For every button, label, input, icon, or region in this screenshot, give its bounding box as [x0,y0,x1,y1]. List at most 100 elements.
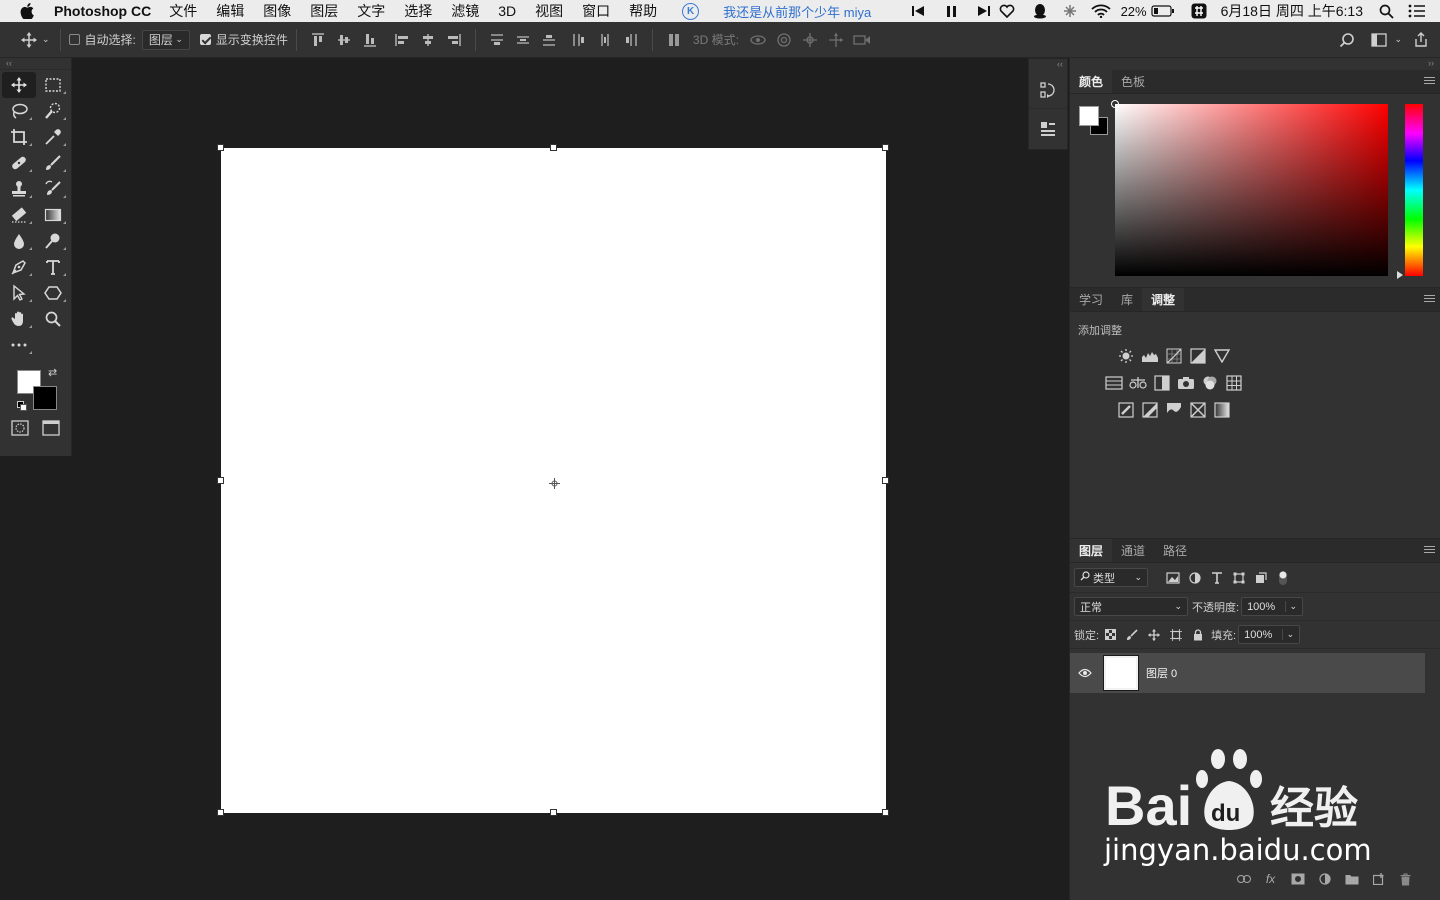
filter-pixel-layers-icon[interactable] [1162,569,1184,587]
vibrance-icon[interactable] [1210,346,1234,366]
align-vertical-centers-icon[interactable] [335,31,353,49]
eraser-tool-icon[interactable] [2,202,36,228]
link-layers-icon[interactable] [1230,875,1257,883]
new-adjustment-layer-icon[interactable] [1311,873,1338,885]
move-tool-preset-icon[interactable] [20,31,38,49]
distribute-left-icon[interactable] [570,31,588,49]
delete-layer-trash-icon[interactable] [1392,872,1419,886]
3d-slide-icon[interactable] [827,31,845,49]
more-tools-icon[interactable] [2,332,36,358]
menu-help[interactable]: 帮助 [629,1,657,21]
saturation-brightness-field[interactable] [1111,100,1388,276]
menu-view[interactable]: 视图 [535,1,563,21]
distribute-bottom-icon[interactable] [540,31,558,49]
transform-handle-bottom-right[interactable] [882,809,889,816]
quick-selection-tool-icon[interactable] [36,98,70,124]
brush-tool-icon[interactable] [36,150,70,176]
lock-artboard-icon[interactable] [1165,626,1187,644]
distribute-horizontal-centers-icon[interactable] [596,31,614,49]
heart-icon[interactable] [999,4,1015,18]
invert-icon[interactable] [1114,400,1138,420]
menu-layer[interactable]: 图层 [310,1,338,21]
3d-pan-icon[interactable] [801,31,819,49]
transform-handle-middle-left[interactable] [217,477,224,484]
align-bottom-edges-icon[interactable] [361,31,379,49]
show-transform-checkbox[interactable] [199,34,211,45]
lasso-tool-icon[interactable] [2,98,36,124]
screen-mode-icon[interactable] [36,418,66,440]
exposure-icon[interactable] [1186,346,1210,366]
now-playing-title[interactable]: 我还是从前那个少年 miya [723,2,871,21]
apple-icon[interactable] [20,0,40,22]
hue-slider[interactable] [1405,104,1423,276]
threshold-icon[interactable] [1162,400,1186,420]
workspace-switcher-icon[interactable] [1370,31,1388,49]
menu-type[interactable]: 文字 [357,1,385,21]
crop-tool-icon[interactable] [2,124,36,150]
opacity-input[interactable]: 100% ⌄ [1241,597,1304,616]
search-icon[interactable] [1338,31,1356,49]
layer-filter-kind-dropdown[interactable]: 类型 ⌄ [1074,568,1148,587]
move-tool-icon[interactable] [2,72,36,98]
music-app-icon[interactable]: K [682,2,700,20]
tab-swatches[interactable]: 色板 [1112,70,1154,93]
dock-collapse-grip[interactable]: ‹‹ [1029,59,1067,71]
filter-smart-object-icon[interactable] [1250,569,1272,587]
panel-foreground-color-swatch[interactable] [1079,106,1099,126]
auto-select-target-dropdown[interactable]: 图层 ⌄ [141,29,190,50]
default-colors-icon[interactable] [17,398,27,411]
chevron-down-icon[interactable]: ⌄ [1284,601,1297,612]
panel-menu-icon[interactable] [1424,295,1435,304]
battery-percent[interactable]: 22% [1121,4,1147,19]
share-icon[interactable] [1412,31,1430,49]
posterize-icon[interactable] [1138,400,1162,420]
menu-image[interactable]: 图像 [263,1,291,21]
dodge-tool-icon[interactable] [36,228,70,254]
brightness-contrast-icon[interactable] [1114,346,1138,366]
auto-select-checkbox[interactable] [68,34,80,45]
tab-adjustments[interactable]: 调整 [1142,288,1185,311]
quick-mask-icon[interactable] [5,418,35,440]
background-color-swatch[interactable] [33,386,57,410]
photo-filter-icon[interactable] [1174,373,1198,393]
history-brush-tool-icon[interactable] [36,176,70,202]
app-name-menu[interactable]: Photoshop CC [54,3,151,19]
hand-tool-icon[interactable] [2,306,36,332]
menubar-clock[interactable]: 6月18日 周四 上午6:13 [1221,1,1363,21]
tab-channels[interactable]: 通道 [1112,539,1154,562]
3d-camera-icon[interactable] [853,31,871,49]
previous-track-icon[interactable] [911,5,925,17]
gradient-map-icon[interactable] [1210,400,1234,420]
transform-handle-middle-right[interactable] [882,477,889,484]
panel-menu-icon[interactable] [1424,546,1435,555]
chevron-down-icon[interactable]: ⌄ [1394,34,1402,45]
shape-tool-icon[interactable] [36,280,70,306]
transform-handle-bottom-left[interactable] [217,809,224,816]
pen-tool-icon[interactable] [2,254,36,280]
align-left-edges-icon[interactable] [393,31,411,49]
distribute-vertical-centers-icon[interactable] [514,31,532,49]
layer-row[interactable]: 图层 0 [1070,653,1425,693]
transform-handle-bottom-center[interactable] [550,809,557,816]
next-track-icon[interactable] [977,5,991,17]
menu-select[interactable]: 选择 [404,1,432,21]
path-selection-tool-icon[interactable] [2,280,36,306]
lock-all-icon[interactable] [1187,626,1209,644]
3d-roll-icon[interactable] [775,31,793,49]
menu-3d[interactable]: 3D [498,3,516,19]
transform-handle-top-center[interactable] [550,144,557,151]
auto-align-layers-icon[interactable] [665,31,683,49]
new-group-folder-icon[interactable] [1338,873,1365,885]
chevron-down-icon[interactable]: ⌄ [42,34,50,45]
pause-icon[interactable] [945,5,957,18]
transform-pivot-icon[interactable] [549,476,560,489]
color-lookup-icon[interactable] [1222,373,1246,393]
distribute-top-icon[interactable] [488,31,506,49]
curves-icon[interactable] [1162,346,1186,366]
panels-collapse-grip[interactable]: ›› [1428,58,1434,68]
lock-transparent-pixels-icon[interactable] [1099,626,1121,644]
swap-colors-icon[interactable]: ⇄ [48,366,57,379]
clone-stamp-tool-icon[interactable] [2,176,36,202]
filter-shape-layers-icon[interactable] [1228,569,1250,587]
rectangular-marquee-tool-icon[interactable] [36,72,70,98]
